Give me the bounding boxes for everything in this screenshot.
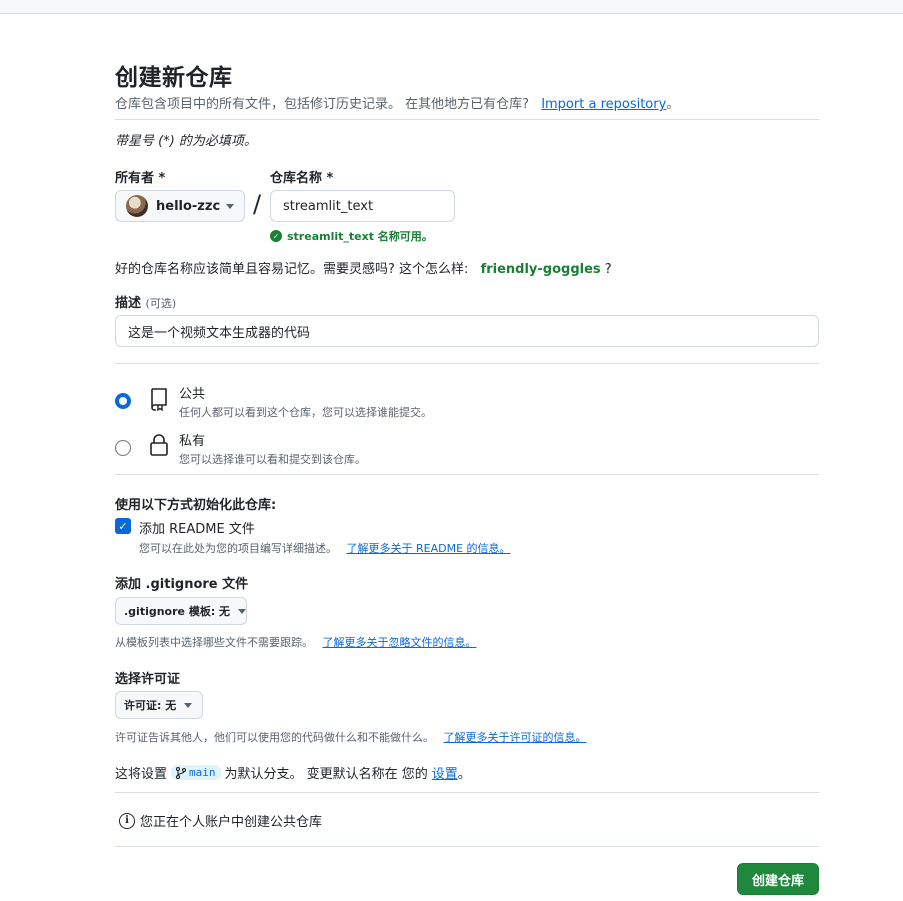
readme-checkbox[interactable]: ✓: [115, 518, 131, 534]
page-title: 创建新仓库: [115, 65, 233, 91]
import-repository-link[interactable]: Import a repository: [541, 97, 666, 112]
divider: [115, 792, 819, 793]
gitignore-select-label: .gitignore 模板: 无: [124, 605, 231, 618]
description-label: 描述 (可选): [115, 292, 176, 311]
owner-label: 所有者 *: [115, 171, 166, 186]
subtitle-text: 仓库包含项目中的所有文件，包括修订历史记录。 在其他地方已有仓库?: [115, 97, 530, 112]
settings-link[interactable]: 设置: [432, 763, 458, 782]
lock-icon: [150, 434, 168, 456]
branch-middle: 为默认分支。 变更默认名称在 您的: [224, 767, 428, 782]
gitignore-learn-more-link[interactable]: 了解更多关于忽略文件的信息。: [323, 636, 477, 649]
license-select[interactable]: 许可证: 无: [115, 691, 203, 719]
public-title: 公共: [179, 387, 206, 402]
top-bar: [0, 0, 903, 14]
subtitle-suffix: 。: [666, 97, 680, 112]
gitignore-template-select[interactable]: .gitignore 模板: 无: [115, 597, 247, 625]
divider: [115, 846, 819, 847]
branch-suffix: 。: [457, 767, 471, 782]
chevron-down-icon: [238, 608, 247, 614]
suggestion-text: 好的仓库名称应该简单且容易记忆。需要灵感吗? 这个怎么样:: [115, 262, 469, 277]
branch-prefix: 这将设置: [115, 767, 168, 782]
description-label-text: 描述: [115, 296, 142, 311]
divider: [115, 474, 819, 475]
private-title: 私有: [179, 434, 206, 449]
repo-name-valid-message: ✓ streamlit_text 名称可用。: [270, 228, 433, 244]
avatar: [126, 195, 148, 217]
page-subtitle: 仓库包含项目中的所有文件，包括修订历史记录。 在其他地方已有仓库? Import…: [115, 93, 679, 112]
license-select-label: 许可证: 无: [124, 699, 177, 712]
divider: [115, 119, 819, 120]
init-heading: 使用以下方式初始化此仓库:: [115, 498, 277, 513]
description-input[interactable]: 这是一个视频文本生成器的代码: [115, 315, 819, 347]
private-radio[interactable]: [115, 440, 131, 456]
default-branch-note: 这将设置 main 为默认分支。 变更默认名称在 您的 设置。: [115, 763, 471, 782]
license-heading: 选择许可证: [115, 672, 181, 687]
repo-name-value: streamlit_text: [283, 198, 374, 214]
gitignore-desc-text: 从模板列表中选择哪些文件不需要跟踪。: [115, 636, 313, 649]
license-desc-text: 许可证告诉其他人，他们可以使用您的代码做什么和不能做什么。: [115, 731, 434, 744]
chevron-down-icon: [226, 203, 234, 209]
readme-label: 添加 README 文件: [139, 522, 255, 537]
suggestion-suffix: ?: [604, 262, 612, 277]
readme-learn-more-link[interactable]: 了解更多关于 README 的信息。: [347, 542, 511, 555]
repo-icon: [151, 388, 167, 411]
public-desc: 任何人都可以看到这个仓库，您可以选择谁能提交。: [179, 406, 432, 419]
required-note: 带星号 (*) 的为必填项。: [115, 134, 257, 149]
valid-message-text: streamlit_text 名称可用。: [287, 230, 433, 243]
description-value: 这是一个视频文本生成器的代码: [128, 325, 311, 341]
divider: [115, 363, 819, 364]
info-message: i 您正在个人账户中创建公共仓库: [119, 811, 322, 830]
info-text: 您正在个人账户中创建公共仓库: [140, 815, 323, 830]
owner-dropdown[interactable]: hello-zzc: [115, 190, 245, 222]
owner-repo-separator: /: [253, 190, 262, 218]
check-circle-icon: ✓: [270, 230, 282, 242]
info-icon: i: [119, 812, 135, 829]
repo-name-input[interactable]: streamlit_text: [270, 190, 455, 222]
name-suggestion: 好的仓库名称应该简单且容易记忆。需要灵感吗? 这个怎么样: friendly-g…: [115, 258, 612, 277]
git-branch-icon: [176, 766, 187, 779]
owner-name: hello-zzc: [156, 198, 221, 214]
chevron-down-icon: [184, 702, 193, 708]
gitignore-desc: 从模板列表中选择哪些文件不需要跟踪。 了解更多关于忽略文件的信息。: [115, 634, 477, 650]
create-repository-button[interactable]: 创建仓库: [737, 863, 819, 895]
readme-desc-text: 您可以在此处为您的项目编写详细描述。: [139, 542, 337, 555]
branch-tag: main: [171, 765, 221, 780]
suggested-name-button[interactable]: friendly-goggles: [481, 262, 601, 277]
public-radio[interactable]: [115, 393, 131, 409]
readme-desc: 您可以在此处为您的项目编写详细描述。 了解更多关于 README 的信息。: [139, 540, 511, 556]
license-desc: 许可证告诉其他人，他们可以使用您的代码做什么和不能做什么。 了解更多关于许可证的…: [115, 729, 587, 745]
repo-name-label: 仓库名称 *: [270, 171, 334, 186]
gitignore-heading: 添加 .gitignore 文件: [115, 577, 249, 592]
branch-name: main: [189, 766, 216, 779]
optional-hint: (可选): [145, 297, 177, 310]
private-desc: 您可以选择谁可以看和提交到该仓库。: [179, 453, 366, 466]
license-learn-more-link[interactable]: 了解更多关于许可证的信息。: [444, 731, 587, 744]
